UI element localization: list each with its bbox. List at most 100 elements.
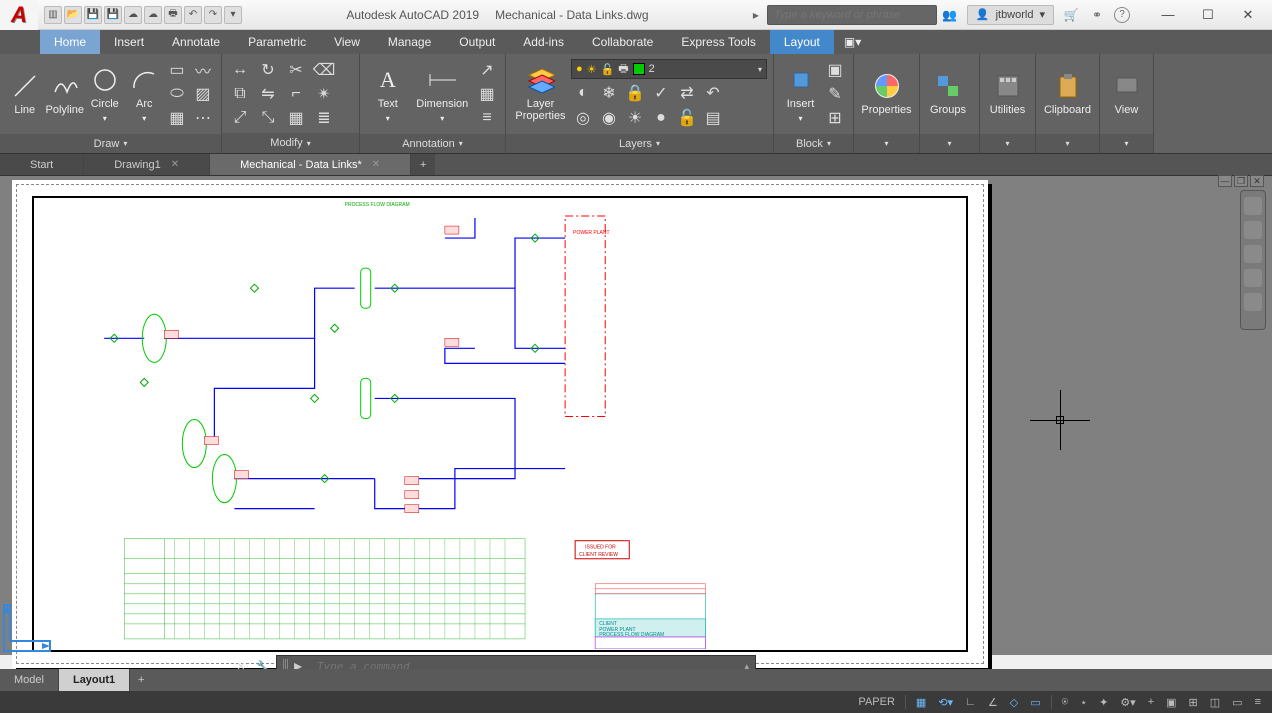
full-nav-wheel-icon[interactable] bbox=[1244, 197, 1262, 215]
tab-output[interactable]: Output bbox=[445, 30, 509, 54]
search-input[interactable] bbox=[767, 5, 937, 25]
rotate-tool-icon[interactable]: ↻ bbox=[256, 59, 280, 81]
layer-unisolate-icon[interactable]: ◉ bbox=[597, 107, 621, 129]
table-tool-icon[interactable]: ▦ bbox=[475, 83, 499, 105]
region-tool-icon[interactable]: ▦ bbox=[165, 107, 189, 129]
grid-toggle-icon[interactable]: ▦ bbox=[911, 693, 931, 711]
explode-tool-icon[interactable]: ✴ bbox=[312, 83, 336, 105]
qat-dropdown-icon[interactable]: ▾ bbox=[224, 6, 242, 24]
otrack-toggle-icon[interactable]: ▭ bbox=[1025, 693, 1045, 711]
layer-dropdown[interactable]: ● ☀ 🔓 🖶 2 ▾ bbox=[571, 59, 767, 79]
panel-title-properties[interactable]: ▾ bbox=[854, 134, 919, 153]
tab-manage[interactable]: Manage bbox=[374, 30, 445, 54]
qat-undo-icon[interactable]: ↶ bbox=[184, 6, 202, 24]
tab-view[interactable]: View bbox=[320, 30, 374, 54]
model-tab[interactable]: Model bbox=[0, 669, 59, 691]
close-icon[interactable]: ✕ bbox=[171, 159, 179, 170]
groups-button[interactable]: Groups bbox=[926, 58, 970, 130]
doc-tab-start[interactable]: Start bbox=[0, 154, 84, 175]
copy-tool-icon[interactable]: ⧉ bbox=[228, 83, 252, 105]
showmotion-icon[interactable] bbox=[1244, 293, 1262, 311]
edit-block-icon[interactable]: ✎ bbox=[823, 83, 847, 105]
quickproperties-icon[interactable]: ▣ bbox=[1161, 693, 1181, 711]
layout1-tab[interactable]: Layout1 bbox=[59, 669, 130, 691]
layer-off-icon[interactable]: ◐ bbox=[571, 82, 595, 104]
qat-save-icon[interactable]: 💾 bbox=[84, 6, 102, 24]
qat-open-icon[interactable]: 📂 bbox=[64, 6, 82, 24]
panel-title-clipboard[interactable]: ▾ bbox=[1036, 134, 1099, 153]
qat-plot-icon[interactable]: 🖶 bbox=[164, 6, 182, 24]
panel-title-utilities[interactable]: ▾ bbox=[980, 134, 1035, 153]
fillet-tool-icon[interactable]: ⌐ bbox=[284, 83, 308, 105]
layer-state-icon[interactable]: ▤ bbox=[701, 107, 725, 129]
search-chevron-icon[interactable]: ▸ bbox=[747, 6, 765, 24]
spline-tool-icon[interactable]: 〰 bbox=[191, 59, 215, 81]
panel-title-annotation[interactable]: Annotation ▾ bbox=[360, 134, 505, 153]
pan-icon[interactable] bbox=[1244, 221, 1262, 239]
panel-title-groups[interactable]: ▾ bbox=[920, 134, 979, 153]
layer-properties-button[interactable]: Layer Properties bbox=[512, 58, 569, 130]
tab-annotate[interactable]: Annotate bbox=[158, 30, 234, 54]
tab-collaborate[interactable]: Collaborate bbox=[578, 30, 667, 54]
vp-minimize-icon[interactable]: — bbox=[1218, 175, 1232, 187]
panel-title-view[interactable]: ▾ bbox=[1100, 134, 1153, 153]
layer-isolate-icon[interactable]: ◎ bbox=[571, 107, 595, 129]
maximize-button[interactable]: ☐ bbox=[1188, 0, 1228, 30]
polar-toggle-icon[interactable]: ∠ bbox=[983, 693, 1003, 711]
move-tool-icon[interactable]: ↔ bbox=[228, 59, 252, 81]
circle-tool[interactable]: Circle▾ bbox=[86, 58, 123, 130]
osnap-toggle-icon[interactable]: ◇ bbox=[1005, 693, 1023, 711]
polyline-tool[interactable]: Polyline bbox=[45, 58, 84, 130]
view-button[interactable]: View bbox=[1106, 58, 1147, 130]
tab-express-tools[interactable]: Express Tools bbox=[667, 30, 769, 54]
layer-match-icon[interactable]: ⇄ bbox=[675, 82, 699, 104]
line-tool[interactable]: Line bbox=[6, 58, 43, 130]
mirror-tool-icon[interactable]: ⇋ bbox=[256, 83, 280, 105]
layer-unlock-icon[interactable]: 🔓 bbox=[675, 107, 699, 129]
create-block-icon[interactable]: ▣ bbox=[823, 59, 847, 81]
scale-tool-icon[interactable]: ⤡ bbox=[256, 107, 280, 129]
annotation-monitor-icon[interactable]: ✦ bbox=[1094, 693, 1113, 711]
qat-redo-icon[interactable]: ↷ bbox=[204, 6, 222, 24]
paper-space-sheet[interactable]: PROCESS FLOW DIAGRAM POWER PLANT bbox=[12, 180, 988, 668]
annoscale-icon[interactable]: ⍟ bbox=[1057, 693, 1074, 711]
qat-cloud-save-icon[interactable]: ☁ bbox=[144, 6, 162, 24]
panel-title-draw[interactable]: Draw ▾ bbox=[0, 134, 221, 153]
close-icon[interactable]: ✕ bbox=[372, 159, 380, 170]
doc-tab-mechanical[interactable]: Mechanical - Data Links*✕ bbox=[210, 154, 411, 175]
navigation-bar[interactable] bbox=[1240, 190, 1266, 330]
panel-title-modify[interactable]: Modify ▾ bbox=[222, 133, 359, 153]
array-tool-icon[interactable]: ▦ bbox=[284, 107, 308, 129]
qat-saveas-icon[interactable]: 💾 bbox=[104, 6, 122, 24]
minimize-button[interactable]: — bbox=[1148, 0, 1188, 30]
share-icon[interactable]: ⚭ bbox=[1088, 6, 1106, 24]
layout-viewport[interactable]: PROCESS FLOW DIAGRAM POWER PLANT bbox=[32, 196, 968, 652]
layer-previous-icon[interactable]: ↶ bbox=[701, 82, 725, 104]
isolate-objects-icon[interactable]: ◫ bbox=[1205, 693, 1225, 711]
vp-restore-icon[interactable]: ❐ bbox=[1234, 175, 1248, 187]
layer-freeze-icon[interactable]: ❄ bbox=[597, 82, 621, 104]
zoom-extents-icon[interactable] bbox=[1244, 245, 1262, 263]
orbit-icon[interactable] bbox=[1244, 269, 1262, 287]
layer-make-current-icon[interactable]: ✓ bbox=[649, 82, 673, 104]
stretch-tool-icon[interactable]: ⤢ bbox=[228, 107, 252, 129]
layer-on-icon[interactable]: ● bbox=[649, 107, 673, 129]
tab-parametric[interactable]: Parametric bbox=[234, 30, 320, 54]
app-menu-button[interactable]: A bbox=[0, 0, 38, 30]
app-store-icon[interactable]: 🛒 bbox=[1062, 6, 1080, 24]
insert-block-button[interactable]: Insert▾ bbox=[780, 58, 821, 130]
point-tool-icon[interactable]: ⋯ bbox=[191, 107, 215, 129]
new-tab-button[interactable]: + bbox=[411, 154, 435, 175]
hatch-tool-icon[interactable]: ▨ bbox=[191, 83, 215, 105]
space-toggle[interactable]: PAPER bbox=[853, 693, 899, 711]
mtext-tool-icon[interactable]: ≡ bbox=[475, 107, 499, 129]
snap-toggle-icon[interactable]: ⟲▾ bbox=[933, 693, 958, 711]
user-account-button[interactable]: 👤 jtbworld ▾ bbox=[967, 5, 1054, 25]
clipboard-button[interactable]: Clipboard bbox=[1042, 58, 1093, 130]
layer-lock-icon[interactable]: 🔒 bbox=[623, 82, 647, 104]
arc-tool[interactable]: Arc▾ bbox=[126, 58, 163, 130]
doc-tab-drawing1[interactable]: Drawing1✕ bbox=[84, 154, 210, 175]
tab-home[interactable]: Home bbox=[40, 30, 100, 54]
rectangle-tool-icon[interactable]: ▭ bbox=[165, 59, 189, 81]
ellipse-tool-icon[interactable]: ⬭ bbox=[165, 83, 189, 105]
